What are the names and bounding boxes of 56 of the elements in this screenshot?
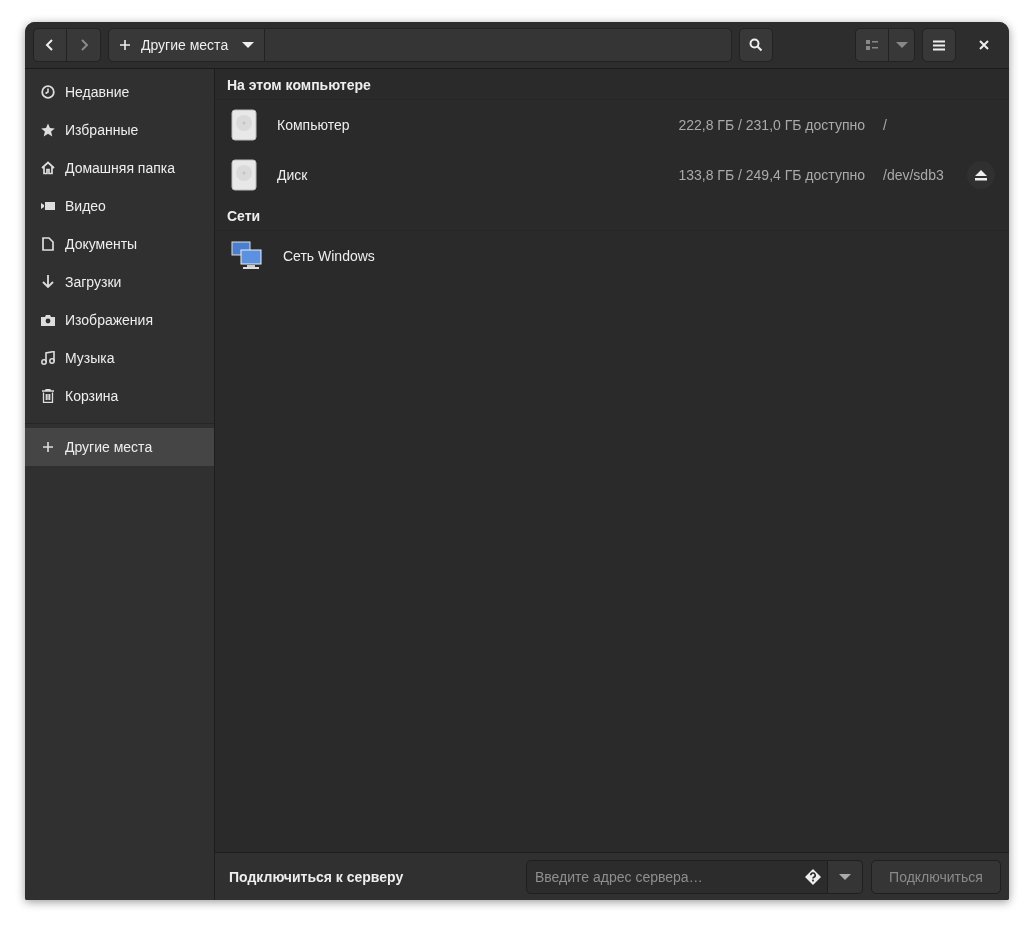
sidebar-item[interactable]: Избранные	[25, 111, 214, 149]
home-icon	[41, 161, 55, 175]
disk-usage: 133,8 ГБ / 249,4 ГБ доступно	[678, 167, 865, 183]
close-icon	[979, 40, 989, 50]
clock-icon	[41, 85, 55, 99]
back-button[interactable]	[33, 28, 67, 62]
sidebar-item[interactable]: Музыка	[25, 339, 214, 377]
trash-icon	[42, 389, 54, 403]
sidebar-item[interactable]: Загрузки	[25, 263, 214, 301]
plus-icon	[119, 39, 131, 51]
recent-servers-button[interactable]	[828, 859, 863, 894]
disk-usage: 222,8 ГБ / 231,0 ГБ доступно	[678, 117, 865, 133]
drive-icon	[231, 109, 257, 141]
caret-icon	[895, 41, 908, 49]
place-name: Компьютер	[277, 117, 350, 133]
section-heading: Сети	[215, 200, 1009, 231]
video-camera-icon	[41, 200, 55, 212]
mount-path: /	[883, 117, 888, 133]
drive-icon	[231, 159, 257, 191]
sidebar-item[interactable]: Другие места	[25, 428, 214, 466]
menu-button[interactable]	[922, 28, 956, 62]
help-icon	[805, 868, 821, 885]
download-icon	[42, 275, 54, 289]
sidebar-item[interactable]: Документы	[25, 225, 214, 263]
music-note-icon	[41, 351, 55, 365]
place-name: Диск	[277, 167, 308, 183]
sidebar-item[interactable]: Корзина	[25, 377, 214, 415]
view-toggle-button[interactable]	[855, 28, 889, 62]
camera-icon	[41, 314, 55, 326]
eject-button[interactable]	[967, 161, 995, 189]
sidebar-item[interactable]: Видео	[25, 187, 214, 225]
caret-icon	[242, 41, 255, 49]
sidebar-item[interactable]: Домашняя папка	[25, 149, 214, 187]
menu-icon	[933, 39, 945, 51]
document-icon	[42, 237, 54, 251]
place-row[interactable]: Сеть Windows	[215, 231, 1009, 281]
location-button[interactable]: Другие места	[108, 28, 266, 62]
section-heading: На этом компьютере	[215, 69, 1009, 100]
eject-icon	[975, 169, 987, 181]
place-row[interactable]: Компьютер 222,8 ГБ / 231,0 ГБ доступно /	[215, 100, 1009, 150]
server-address-field[interactable]: Введите адрес сервера…	[526, 859, 828, 894]
caret-icon	[839, 872, 851, 881]
connect-label: Подключиться к серверу	[229, 868, 404, 885]
list-view-icon	[866, 40, 878, 50]
star-icon	[41, 123, 55, 137]
place-row[interactable]: Диск 133,8 ГБ / 249,4 ГБ доступно /dev/sdb3	[215, 150, 1009, 200]
sidebar-item[interactable]: Недавние	[25, 73, 214, 111]
mount-path: /dev/sdb3	[883, 167, 945, 183]
view-options-button[interactable]	[889, 28, 915, 62]
chevron-left-icon	[44, 39, 56, 51]
sidebar-item[interactable]: Изображения	[25, 301, 214, 339]
search-button[interactable]	[739, 28, 773, 62]
plus-icon	[42, 441, 54, 453]
search-icon	[749, 38, 763, 52]
place-name: Сеть Windows	[283, 248, 375, 264]
network-computers-icon	[231, 241, 263, 271]
